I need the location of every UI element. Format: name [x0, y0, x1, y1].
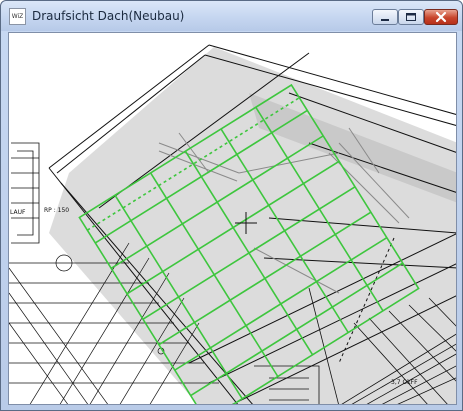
drawing-canvas[interactable]: LAUF RP : 150 3,7 OkFF — [8, 32, 457, 405]
stair-hatching — [11, 142, 40, 244]
maximize-icon — [406, 13, 416, 21]
app-icon: WiZ — [9, 8, 26, 25]
maximize-button[interactable] — [398, 9, 424, 25]
minimize-button[interactable] — [372, 9, 398, 25]
close-button[interactable] — [424, 9, 458, 25]
stair-label: LAUF — [10, 209, 26, 216]
app-window: WiZ Draufsicht Dach(Neubau) LAUF RP: 15… — [0, 0, 463, 411]
close-icon — [435, 11, 447, 23]
level-label: 3,7 OkFF — [391, 379, 418, 386]
rp-label: RP : 150 — [44, 207, 70, 214]
title-bar[interactable]: WiZ Draufsicht Dach(Neubau) — [1, 1, 462, 31]
window-title: Draufsicht Dach(Neubau) — [32, 9, 185, 23]
roof-plan-drawing — [9, 44, 456, 404]
minimize-icon — [381, 19, 389, 21]
